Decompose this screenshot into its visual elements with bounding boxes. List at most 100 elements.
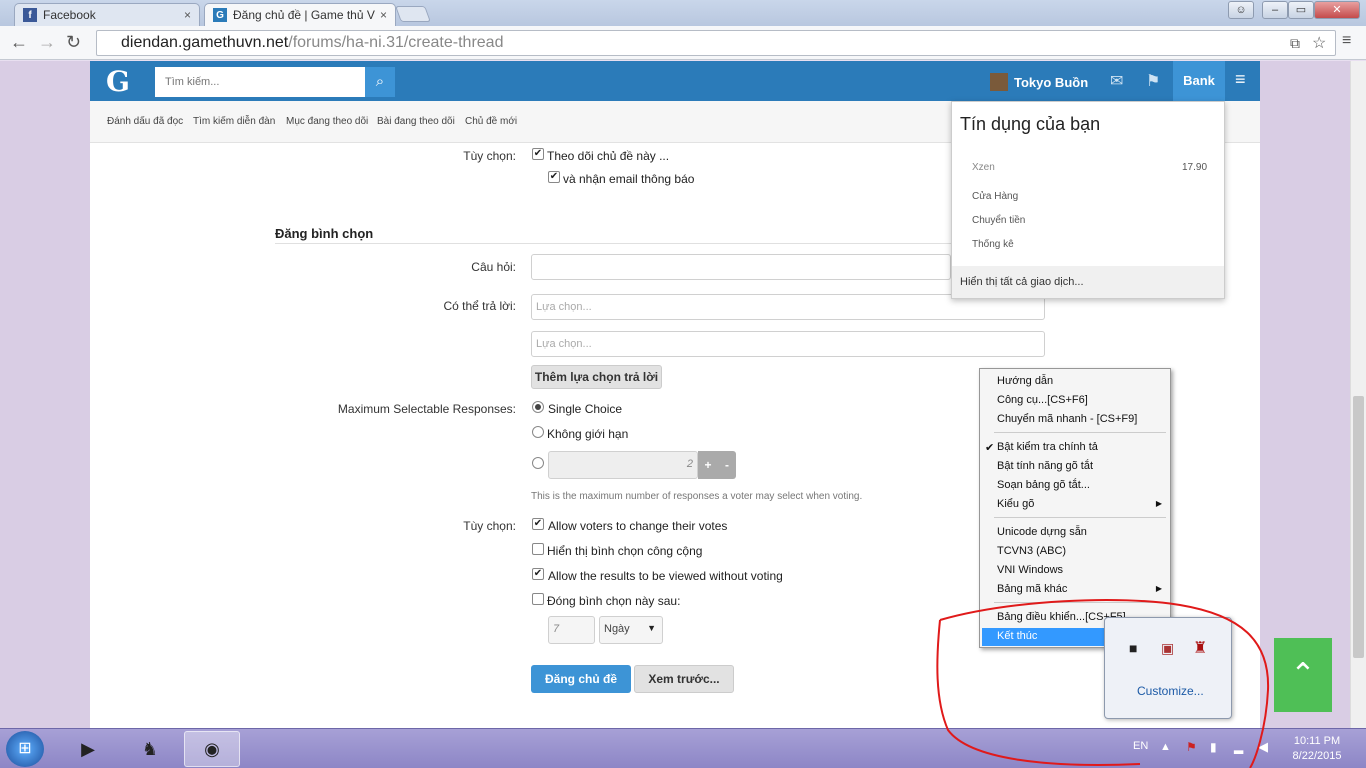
page-scrollbar[interactable]: [1350, 61, 1366, 728]
bookmark-star-icon[interactable]: ☆: [1312, 33, 1326, 53]
mail-icon[interactable]: ✉: [1110, 71, 1123, 91]
flag-icon[interactable]: ⚑: [1146, 71, 1160, 91]
divider: [275, 243, 1045, 244]
decrement-button[interactable]: -: [718, 451, 736, 479]
site-favicon: G: [213, 8, 227, 22]
public-votes-checkbox[interactable]: [532, 543, 544, 555]
language-indicator[interactable]: EN: [1133, 740, 1148, 752]
response-count-input[interactable]: 2: [548, 451, 698, 479]
close-window-button[interactable]: ✕: [1314, 1, 1360, 19]
credit-stats-link[interactable]: Thống kê: [972, 239, 1014, 250]
user-profile-icon[interactable]: ☺: [1228, 1, 1254, 19]
maximize-button[interactable]: ▭: [1288, 1, 1314, 19]
currency-label: Xzen: [972, 162, 995, 173]
close-days-input[interactable]: 7: [548, 616, 595, 644]
submenu-arrow-icon: ▶: [1155, 499, 1162, 508]
close-tab-icon[interactable]: ×: [184, 8, 191, 22]
bank-button[interactable]: Bank: [1173, 61, 1225, 101]
menu-item-input-method[interactable]: Kiểu gõ: [997, 498, 1034, 510]
watch-thread-checkbox[interactable]: ✔: [532, 148, 544, 160]
scroll-to-top-button[interactable]: ⌃: [1274, 638, 1332, 712]
tab-facebook[interactable]: f Facebook ×: [14, 3, 200, 26]
volume-icon[interactable]: ◀: [1258, 739, 1268, 755]
credit-shop-link[interactable]: Cửa Hàng: [972, 191, 1018, 202]
menu-separator: [994, 432, 1166, 433]
app-tray-icon[interactable]: ▣: [1161, 640, 1174, 657]
minimize-button[interactable]: –: [1262, 1, 1288, 19]
question-input[interactable]: [531, 254, 951, 280]
url-host: diendan.gamethuvn.net: [121, 34, 289, 51]
forward-icon[interactable]: →: [38, 32, 56, 53]
translate-icon[interactable]: ⧉: [1290, 35, 1300, 52]
subnav-watched-threads[interactable]: Bài đang theo dõi: [377, 116, 455, 127]
start-button[interactable]: ⊞: [6, 731, 44, 767]
menu-item-edit-shorthand[interactable]: Soạn bảng gõ tắt...: [997, 479, 1090, 491]
avatar: [990, 73, 1008, 91]
url-path: /forums/ha-ni.31/create-thread: [288, 34, 504, 51]
new-tab-button[interactable]: [395, 6, 431, 22]
submit-thread-button[interactable]: Đăng chủ đề: [531, 665, 631, 693]
preview-button[interactable]: Xem trước...: [634, 665, 734, 693]
address-bar[interactable]: diendan.gamethuvn.net/forums/ha-ni.31/cr…: [96, 30, 1336, 56]
reload-icon[interactable]: ↻: [66, 32, 81, 53]
close-poll-checkbox[interactable]: [532, 593, 544, 605]
menu-item-spellcheck[interactable]: Bật kiểm tra chính tả: [997, 441, 1098, 453]
allow-change-label: Allow voters to change their votes: [548, 519, 728, 533]
increment-button[interactable]: +: [698, 451, 718, 479]
search-input[interactable]: [155, 67, 365, 97]
credit-transfer-link[interactable]: Chuyển tiền: [972, 215, 1025, 226]
user-menu[interactable]: Tokyo Buồn: [990, 73, 1088, 91]
menu-item-shorthand[interactable]: Bật tính năng gõ tắt: [997, 460, 1093, 472]
single-choice-radio[interactable]: [532, 401, 544, 413]
email-notify-checkbox[interactable]: ✔: [548, 171, 560, 183]
unikey-icon[interactable]: ■: [1129, 640, 1137, 656]
back-icon[interactable]: ←: [10, 32, 28, 53]
action-center-icon[interactable]: ⚑: [1186, 740, 1197, 754]
menu-item-tools[interactable]: Công cụ...[CS+F6]: [997, 394, 1088, 406]
facebook-icon: f: [23, 8, 37, 22]
menu-item-vni[interactable]: VNI Windows: [997, 564, 1063, 576]
tab-create-thread[interactable]: G Đăng chủ đề | Game thủ V ×: [204, 3, 396, 26]
menu-item-quick-convert[interactable]: Chuyển mã nhanh - [CS+F9]: [997, 413, 1137, 425]
customize-link[interactable]: Customize...: [1137, 684, 1204, 698]
network-icon[interactable]: ▂: [1234, 740, 1243, 754]
menu-item-other-charset[interactable]: Bảng mã khác: [997, 583, 1067, 595]
choice-input-2[interactable]: Lựa chọn...: [531, 331, 1045, 357]
close-tab-icon[interactable]: ×: [380, 8, 387, 22]
poll-options-label: Tùy chọn:: [463, 519, 516, 533]
submenu-arrow-icon: ▶: [1155, 584, 1162, 593]
custom-count-radio[interactable]: [532, 457, 544, 469]
view-results-checkbox[interactable]: ✔: [532, 568, 544, 580]
menu-item-unicode[interactable]: Unicode dựng sẵn: [997, 526, 1087, 538]
allow-change-checkbox[interactable]: ✔: [532, 518, 544, 530]
menu-item-tcvn3[interactable]: TCVN3 (ABC): [997, 545, 1066, 557]
chrome-taskbar-icon[interactable]: ◉: [184, 731, 240, 767]
menu-item-help[interactable]: Hướng dẫn: [997, 375, 1053, 387]
close-unit-select[interactable]: Ngày ▼: [599, 616, 663, 644]
system-clock[interactable]: 10:11 PM 8/22/2015: [1282, 734, 1352, 764]
show-all-transactions-link[interactable]: Hiển thị tất cả giao dịch...: [952, 266, 1224, 298]
clock-date: 8/22/2015: [1292, 750, 1342, 762]
close-unit-value: Ngày: [604, 623, 630, 635]
media-player-icon[interactable]: ▶: [60, 731, 116, 767]
show-hidden-icons[interactable]: ▲: [1160, 741, 1171, 753]
view-results-label: Allow the results to be viewed without v…: [548, 569, 783, 583]
subnav-search-forum[interactable]: Tìm kiếm diễn đàn: [193, 116, 275, 127]
chevron-down-icon: ▼: [647, 623, 656, 633]
unlimited-radio[interactable]: [532, 426, 544, 438]
menu-separator: [994, 602, 1166, 603]
hamburger-menu-icon[interactable]: ≡: [1235, 69, 1246, 90]
site-logo[interactable]: G: [106, 65, 130, 98]
power-icon[interactable]: ▮: [1210, 740, 1217, 754]
close-poll-label: Đóng bình chọn này sau:: [547, 594, 681, 608]
tray-context-menu: Hướng dẫn Công cụ...[CS+F6] Chuyển mã nh…: [979, 368, 1171, 648]
subnav-watched-forums[interactable]: Mục đang theo dõi: [286, 116, 368, 127]
subnav-mark-read[interactable]: Đánh dấu đã đọc: [107, 116, 183, 127]
chrome-menu-icon[interactable]: ≡: [1342, 32, 1351, 50]
scrollbar-thumb[interactable]: [1353, 396, 1364, 658]
app-tray-icon[interactable]: ♜: [1193, 638, 1207, 658]
subnav-new-threads[interactable]: Chủ đề mới: [465, 116, 517, 127]
search-icon[interactable]: ⌕: [365, 67, 395, 97]
game-app-icon[interactable]: ♞: [122, 731, 178, 767]
add-choice-button[interactable]: Thêm lựa chọn trả lời: [531, 365, 662, 389]
